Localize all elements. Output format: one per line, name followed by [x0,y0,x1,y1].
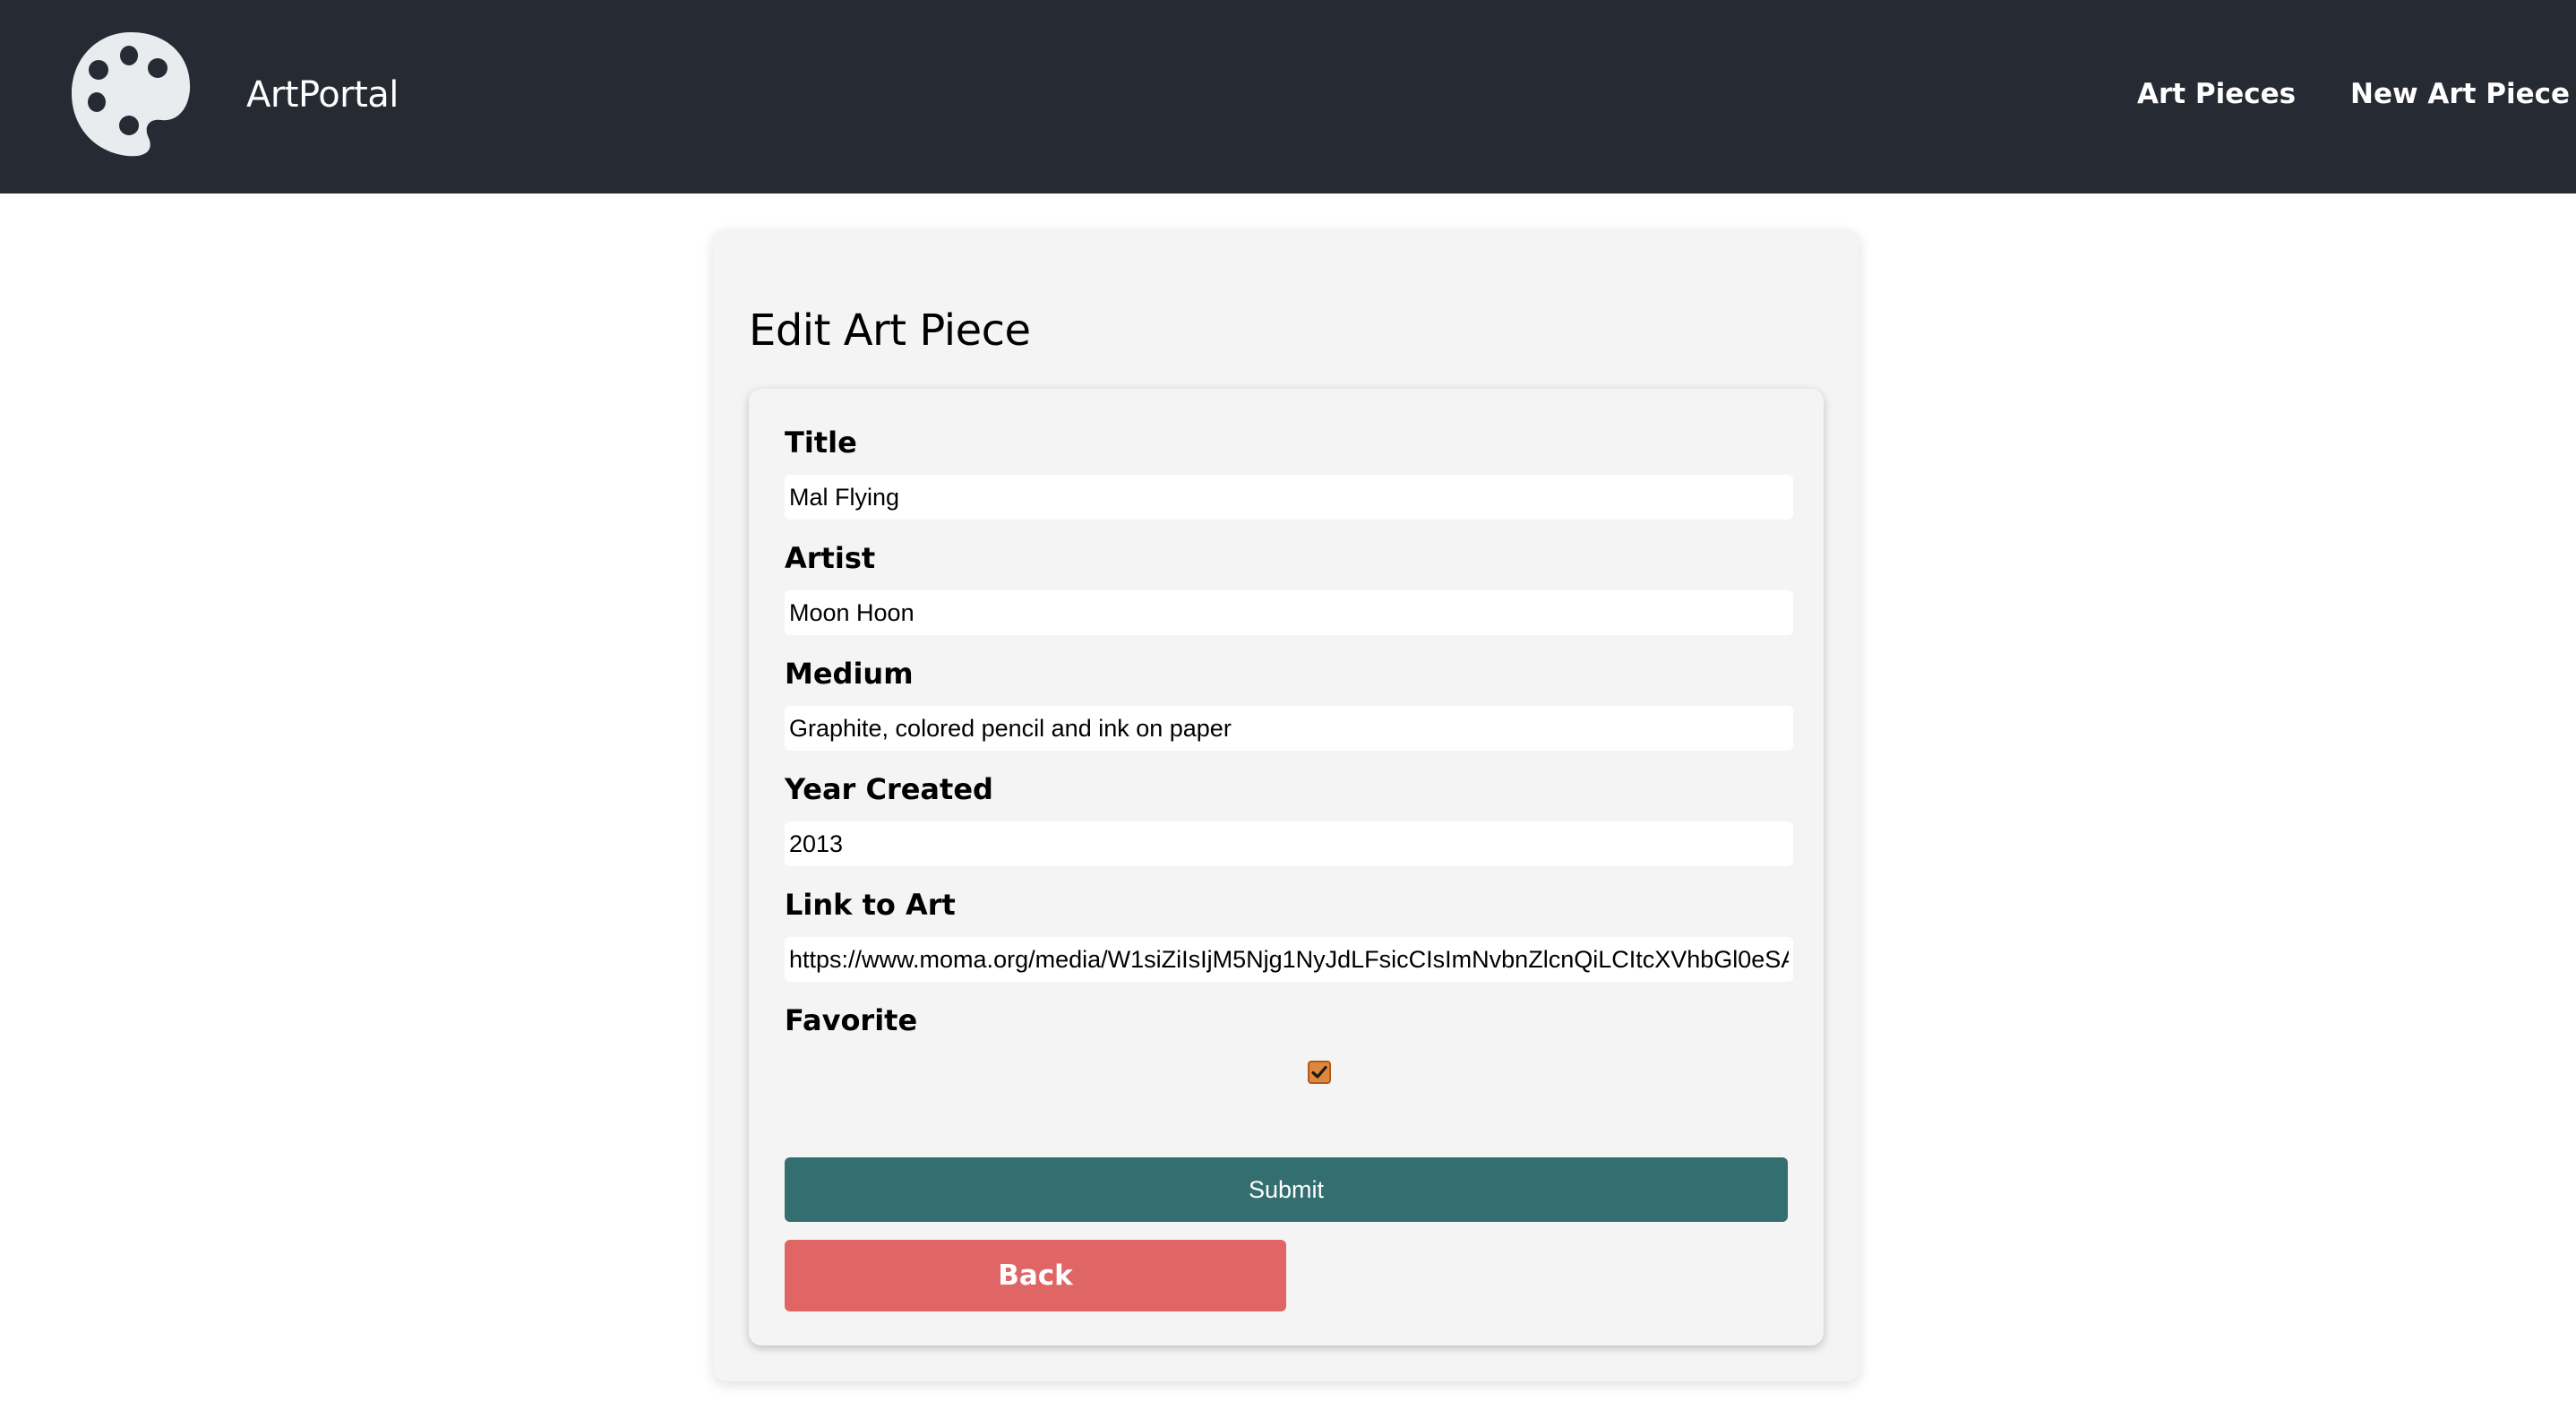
year-created-label: Year Created [785,772,993,806]
artist-label: Artist [785,541,876,575]
favorite-label: Favorite [785,1003,918,1037]
palette-icon[interactable] [68,27,193,161]
link-to-art-label: Link to Art [785,888,956,922]
medium-label: Medium [785,657,914,691]
page-title: Edit Art Piece [749,305,1031,356]
artist-input[interactable] [785,590,1793,635]
submit-button[interactable]: Submit [785,1157,1788,1222]
checkmark-icon [1311,1065,1327,1079]
favorite-checkbox[interactable] [1308,1061,1331,1084]
edit-form: Title Artist Medium Year Created Link to… [749,389,1824,1346]
brand-name[interactable]: ArtPortal [246,70,399,120]
edit-card: Edit Art Piece Title Artist Medium Year … [713,229,1859,1381]
title-input[interactable] [785,475,1793,520]
navbar: ArtPortal Art Pieces New Art Piece [0,0,2576,193]
nav-link-art-pieces[interactable]: Art Pieces [2137,73,2296,115]
medium-input[interactable] [785,706,1793,751]
year-created-input[interactable] [785,821,1793,866]
title-label: Title [785,426,857,460]
nav-link-new-art-piece[interactable]: New Art Piece [2350,73,2570,115]
back-button[interactable]: Back [785,1240,1286,1311]
link-to-art-input[interactable] [785,937,1793,982]
